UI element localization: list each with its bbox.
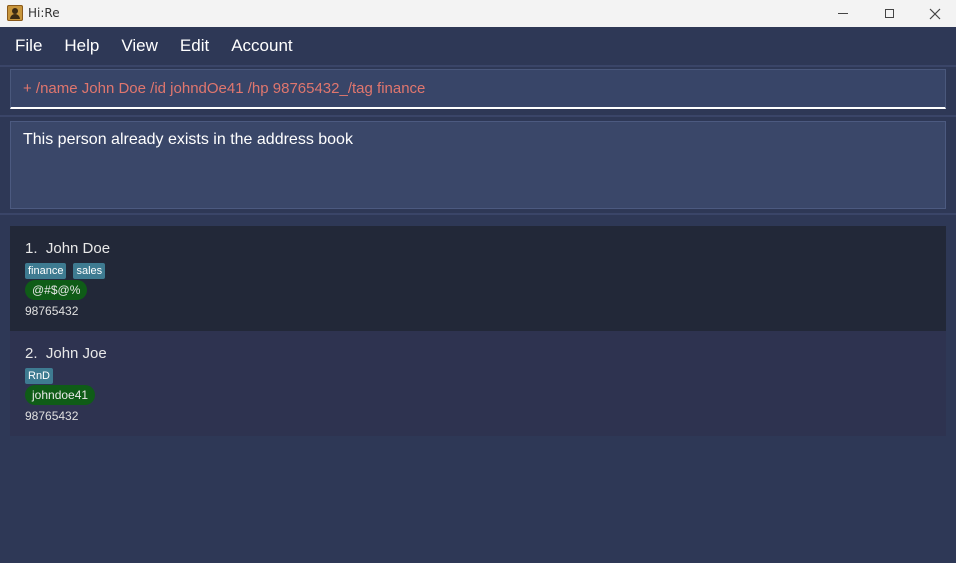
maximize-button[interactable] <box>866 0 912 27</box>
person-name-text: John Doe <box>45 240 111 257</box>
person-list[interactable]: 1. John Doe finance sales @#$@% 98765432… <box>10 226 946 436</box>
menu-edit[interactable]: Edit <box>173 36 216 56</box>
person-index: 2. <box>25 345 38 362</box>
tag: finance <box>25 263 67 279</box>
divider <box>0 115 956 117</box>
minimize-icon <box>838 13 848 14</box>
person-phone: 98765432 <box>25 304 79 318</box>
menu-bar: File Help View Edit Account <box>0 27 956 67</box>
title-bar: Hi:Re <box>0 0 956 27</box>
command-input-text[interactable]: + /name John Doe /id johndOe41 /hp 98765… <box>23 80 425 97</box>
tag-list: RnD <box>25 368 54 384</box>
result-display[interactable]: This person already exists in the addres… <box>10 121 946 209</box>
tag: sales <box>73 263 106 279</box>
tag-list: finance sales <box>25 263 106 279</box>
result-message: This person already exists in the addres… <box>23 131 353 148</box>
person-card[interactable]: 2. John Joe RnD johndoe41 98765432 <box>10 331 946 436</box>
menu-file[interactable]: File <box>8 36 49 56</box>
menu-view[interactable]: View <box>114 36 165 56</box>
menu-help[interactable]: Help <box>57 36 106 56</box>
person-name-text: John Joe <box>45 345 107 362</box>
person-phone: 98765432 <box>25 409 79 423</box>
divider <box>0 213 956 215</box>
maximize-icon <box>884 9 894 18</box>
app-icon <box>7 5 23 21</box>
tag: RnD <box>25 368 54 384</box>
minimize-button[interactable] <box>820 0 866 27</box>
person-card[interactable]: 1. John Doe finance sales @#$@% 98765432 <box>10 226 946 331</box>
close-icon <box>929 8 941 19</box>
person-name: 2. John Joe <box>25 345 107 362</box>
person-handle: johndoe41 <box>25 385 96 405</box>
person-name: 1. John Doe <box>25 240 110 257</box>
window-title: Hi:Re <box>28 6 60 20</box>
command-input[interactable]: + /name John Doe /id johndOe41 /hp 98765… <box>10 69 946 109</box>
person-index: 1. <box>25 240 38 257</box>
person-handle: @#$@% <box>25 280 88 300</box>
menu-account[interactable]: Account <box>224 36 299 56</box>
close-button[interactable] <box>912 0 956 27</box>
